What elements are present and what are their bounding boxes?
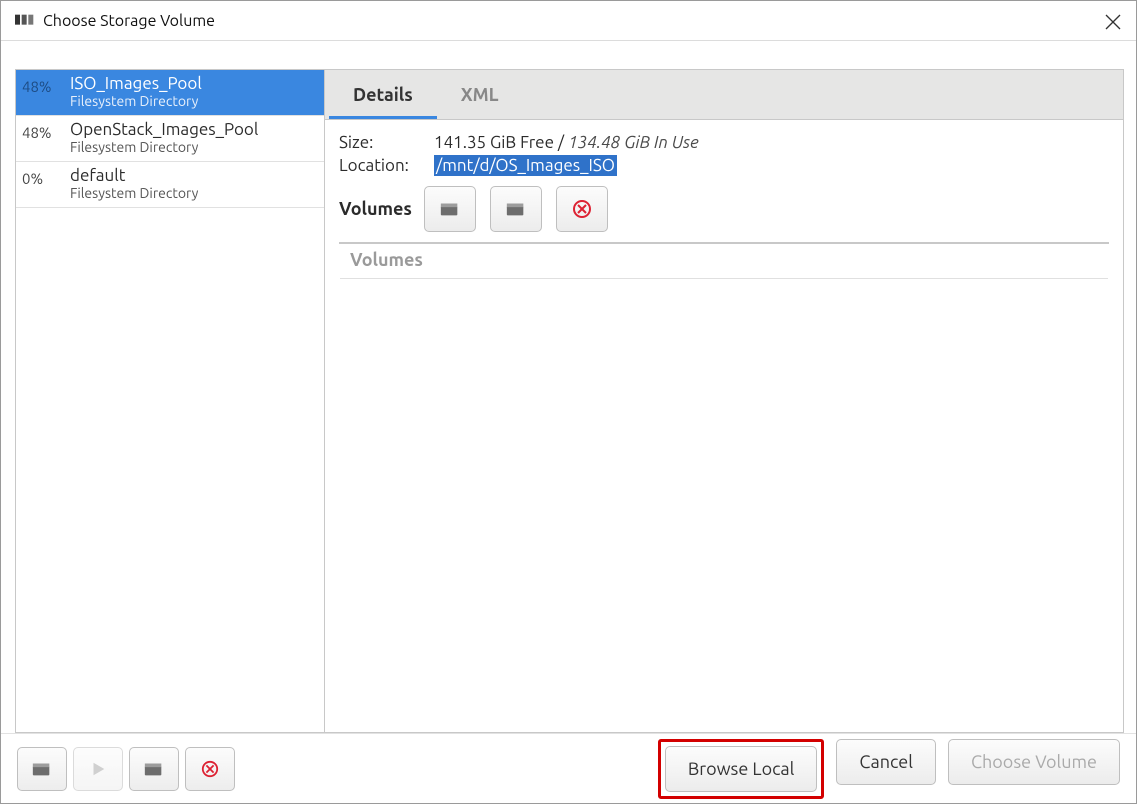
pool-item-openstack[interactable]: 48% OpenStack_Images_Pool Filesystem Dir… [16, 116, 324, 162]
pool-usage-percent: 48% [22, 120, 64, 141]
new-volume-button[interactable] [424, 186, 476, 232]
window-close-button[interactable] [1102, 11, 1124, 33]
size-used: 134.48 GiB In Use [568, 133, 699, 152]
pool-name: ISO_Images_Pool [70, 74, 318, 93]
location-value: /mnt/d/OS_Images_ISO [434, 155, 617, 176]
size-label: Size: [339, 133, 434, 152]
tab-details[interactable]: Details [329, 73, 437, 119]
browse-local-button[interactable]: Browse Local [665, 746, 818, 792]
pool-name: default [70, 166, 318, 185]
pool-type: Filesystem Directory [70, 185, 318, 201]
pool-type: Filesystem Directory [70, 139, 318, 155]
detail-tabs: Details XML [325, 70, 1123, 120]
stop-pool-button[interactable] [129, 747, 179, 791]
annotation-highlight: Browse Local [658, 739, 825, 799]
pool-usage-percent: 0% [22, 166, 64, 187]
pool-item-iso-images[interactable]: 48% ISO_Images_Pool Filesystem Directory [16, 70, 324, 116]
pool-type: Filesystem Directory [70, 93, 318, 109]
volume-list[interactable]: Volumes [339, 242, 1109, 244]
volumes-label: Volumes [339, 199, 412, 219]
choose-volume-button[interactable]: Choose Volume [948, 739, 1120, 785]
tab-xml[interactable]: XML [437, 73, 523, 119]
cancel-button[interactable]: Cancel [836, 739, 936, 785]
volume-list-header: Volumes [340, 243, 1108, 279]
pool-usage-percent: 48% [22, 74, 64, 95]
storage-pool-list[interactable]: 48% ISO_Images_Pool Filesystem Directory… [15, 69, 325, 733]
pool-name: OpenStack_Images_Pool [70, 120, 318, 139]
delete-volume-button[interactable] [556, 186, 608, 232]
location-label: Location: [339, 156, 434, 175]
pool-item-default[interactable]: 0% default Filesystem Directory [16, 162, 324, 208]
delete-pool-button[interactable] [185, 747, 235, 791]
start-pool-button[interactable] [73, 747, 123, 791]
size-sep: / [558, 133, 568, 152]
app-virt-manager-icon [15, 13, 35, 29]
window-title: Choose Storage Volume [43, 12, 215, 30]
size-free: 141.35 GiB Free [434, 133, 554, 152]
refresh-volume-button[interactable] [490, 186, 542, 232]
add-pool-button[interactable] [17, 747, 67, 791]
